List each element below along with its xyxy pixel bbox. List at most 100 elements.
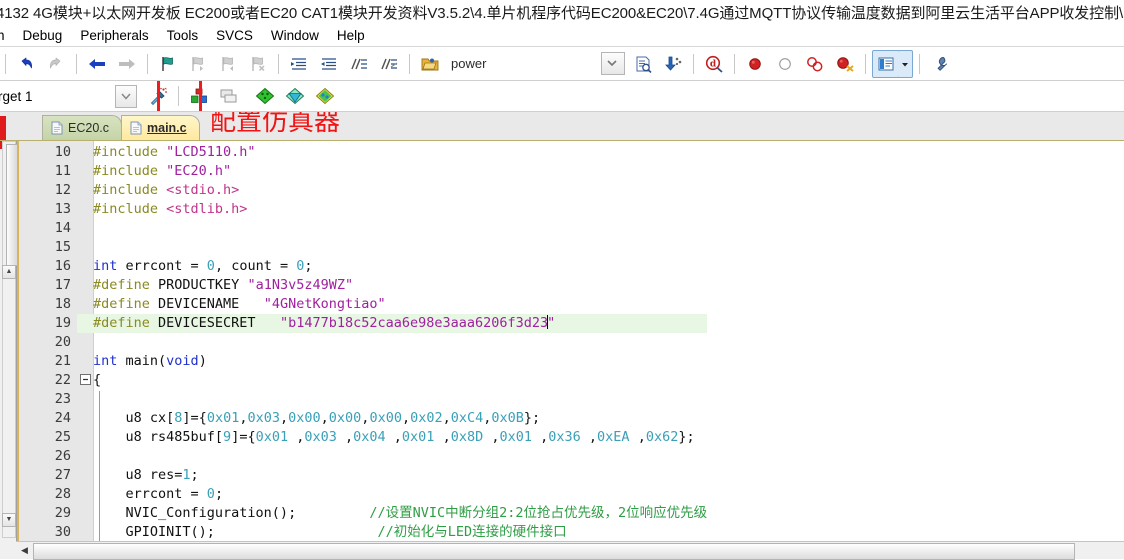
uncomment-lines-icon[interactable]	[375, 50, 403, 78]
code-token: void	[166, 353, 199, 369]
code-token: //初始化与LED连接的硬件接口	[214, 524, 567, 540]
menu-item-peripherals[interactable]: Peripherals	[71, 27, 157, 44]
window-titlebar: 4132 4G模块+以太网开发板 EC200或者EC20 CAT1模块开发资料V…	[0, 0, 1124, 24]
kill-all-breakpoints-icon[interactable]	[831, 50, 859, 78]
code-text: NVIC_Configuration(); //设置NVIC中断分组2:2位抢占…	[93, 505, 708, 521]
code-text: int errcont = 0, count = 0;	[93, 258, 313, 274]
find-in-files-icon[interactable]	[629, 50, 657, 78]
menu-item-flash[interactable]: h	[0, 27, 14, 44]
code-line[interactable]: 21 int main(void)	[19, 352, 707, 371]
undo-icon[interactable]	[12, 50, 40, 78]
configure-toolbar-icon[interactable]	[926, 50, 954, 78]
code-line[interactable]: 18 #define DEVICENAME "4GNetKongtiao"	[19, 295, 707, 314]
pack-installer-multi-icon[interactable]	[311, 82, 339, 110]
manage-project-items-icon[interactable]	[185, 82, 213, 110]
code-line[interactable]: 29 NVIC_Configuration(); //设置NVIC中断分组2:2…	[19, 504, 707, 523]
code-line[interactable]: 15	[19, 238, 707, 257]
code-text: {	[93, 372, 101, 388]
code-line[interactable]: 26	[19, 447, 707, 466]
code-token: };	[678, 429, 695, 445]
code-line[interactable]: 14	[19, 219, 707, 238]
scroll-left-icon[interactable]: ◀	[16, 543, 33, 558]
menu-item-help[interactable]: Help	[328, 27, 374, 44]
code-text: #define DEVICESECRET "b1477b18c52caa6e98…	[93, 315, 555, 331]
code-token: "4GNetKongtiao"	[263, 296, 386, 312]
code-token: ]={	[231, 429, 256, 445]
line-number: 15	[54, 239, 71, 255]
code-token: ;	[190, 467, 199, 483]
menu-item-window[interactable]: Window	[262, 27, 328, 44]
toolbar-separator	[865, 53, 867, 74]
code-line[interactable]: 16 int errcont = 0, count = 0;	[19, 257, 707, 276]
editor-area: ▲ ▼ 10 #include "LCD5110.h" 11 #include "EC…	[0, 141, 1124, 560]
code-line[interactable]: 13 #include <stdlib.h>	[19, 200, 707, 219]
code-token: u8 rs485buf[	[93, 429, 224, 445]
goto-definition-icon[interactable]	[659, 50, 687, 78]
scroll-down-icon[interactable]: ▼	[2, 513, 16, 527]
tab-ec20-c[interactable]: EC20.c	[42, 115, 122, 140]
comment-lines-icon[interactable]	[345, 50, 373, 78]
code-line[interactable]: 28 errcont = 0;	[19, 485, 707, 504]
code-line[interactable]: 20	[19, 333, 707, 352]
code-token: 0x03	[304, 429, 337, 445]
code-line[interactable]: 30 GPIOINIT(); //初始化与LED连接的硬件接口	[19, 523, 707, 542]
code-line[interactable]: 22 {	[19, 371, 707, 390]
code-fold-toggle-icon[interactable]	[77, 371, 93, 390]
bookmark-next-icon[interactable]	[214, 50, 242, 78]
manage-window-icon[interactable]	[872, 49, 901, 78]
code-token: DEVICENAME	[158, 296, 264, 312]
code-line[interactable]: 17 #define PRODUCTKEY "a1N3v5z49WZ"	[19, 276, 707, 295]
tab-main-c[interactable]: main.c	[121, 115, 200, 140]
scrollbar-thumb[interactable]	[33, 543, 1075, 560]
redo-icon[interactable]	[42, 50, 70, 78]
target-selector[interactable]: rget 1	[0, 86, 37, 107]
scroll-up-icon[interactable]: ▲	[2, 265, 16, 279]
navigate-back-icon[interactable]	[83, 50, 111, 78]
scrollbar-track[interactable]	[33, 543, 1124, 560]
manage-multi-project-icon[interactable]	[215, 82, 243, 110]
disable-breakpoint-icon[interactable]	[771, 50, 799, 78]
menu-item-tools[interactable]: Tools	[158, 27, 208, 44]
code-token: "b1477b18c52caa6e98e3aaa6206f3d23	[279, 315, 549, 331]
open-file-icon[interactable]	[416, 50, 444, 78]
chevron-down-icon[interactable]	[114, 84, 137, 108]
chevron-down-icon[interactable]	[898, 49, 914, 78]
disable-all-breakpoints-icon[interactable]	[801, 50, 829, 78]
code-token: DEVICESECRET	[158, 315, 280, 331]
code-editor[interactable]: 10 #include "LCD5110.h" 11 #include "EC20.h…	[17, 141, 1124, 559]
code-line[interactable]: 10 #include "LCD5110.h"	[19, 143, 707, 162]
code-lines[interactable]: 10 #include "LCD5110.h" 11 #include "EC20.h…	[19, 143, 708, 542]
insert-breakpoint-icon[interactable]	[741, 50, 769, 78]
code-line[interactable]: 24 u8 cx[8]={0x01,0x03,0x00,0x00,0x00,0x…	[19, 409, 707, 428]
code-token: )	[198, 353, 207, 369]
bookmark-toggle-icon[interactable]	[154, 50, 182, 78]
outdent-icon[interactable]	[315, 50, 343, 78]
menu-item-debug[interactable]: Debug	[14, 27, 72, 44]
line-number: 13	[54, 201, 71, 217]
navigate-forward-icon[interactable]	[113, 50, 141, 78]
code-line[interactable]: 27 u8 res=1;	[19, 466, 707, 485]
code-token: 0x8D	[450, 429, 484, 445]
line-number: 30	[54, 524, 71, 540]
code-token: "EC20.h"	[166, 163, 232, 179]
code-line[interactable]: 12 #include <stdio.h>	[19, 181, 707, 200]
menu-item-svcs[interactable]: SVCS	[207, 27, 262, 44]
project-panel-edge: ▲ ▼	[0, 141, 18, 559]
pack-installer-green-icon[interactable]	[251, 82, 279, 110]
chevron-down-icon[interactable]	[599, 50, 627, 78]
start-debug-session-icon[interactable]: d	[700, 50, 728, 78]
indent-icon[interactable]	[285, 50, 313, 78]
code-line[interactable]: 11 #include "EC20.h"	[19, 162, 707, 181]
configure-target-options-icon[interactable]	[144, 82, 172, 110]
pack-installer-teal-icon[interactable]	[281, 82, 309, 110]
code-line[interactable]: 19 #define DEVICESECRET "b1477b18c52caa6e…	[19, 314, 708, 333]
code-token: ,	[434, 429, 451, 445]
editor-horizontal-scrollbar[interactable]: ◀	[16, 541, 1124, 560]
code-token: ,	[442, 410, 451, 426]
bookmark-previous-icon[interactable]	[184, 50, 212, 78]
project-panel-scrollbar[interactable]	[2, 141, 18, 538]
code-token: 0x01	[401, 429, 435, 445]
code-line[interactable]: 25 u8 rs485buf[9]={0x01 ,0x03 ,0x04 ,0x0…	[19, 428, 707, 447]
code-line[interactable]: 23	[19, 390, 707, 409]
bookmark-clear-icon[interactable]	[244, 50, 272, 78]
